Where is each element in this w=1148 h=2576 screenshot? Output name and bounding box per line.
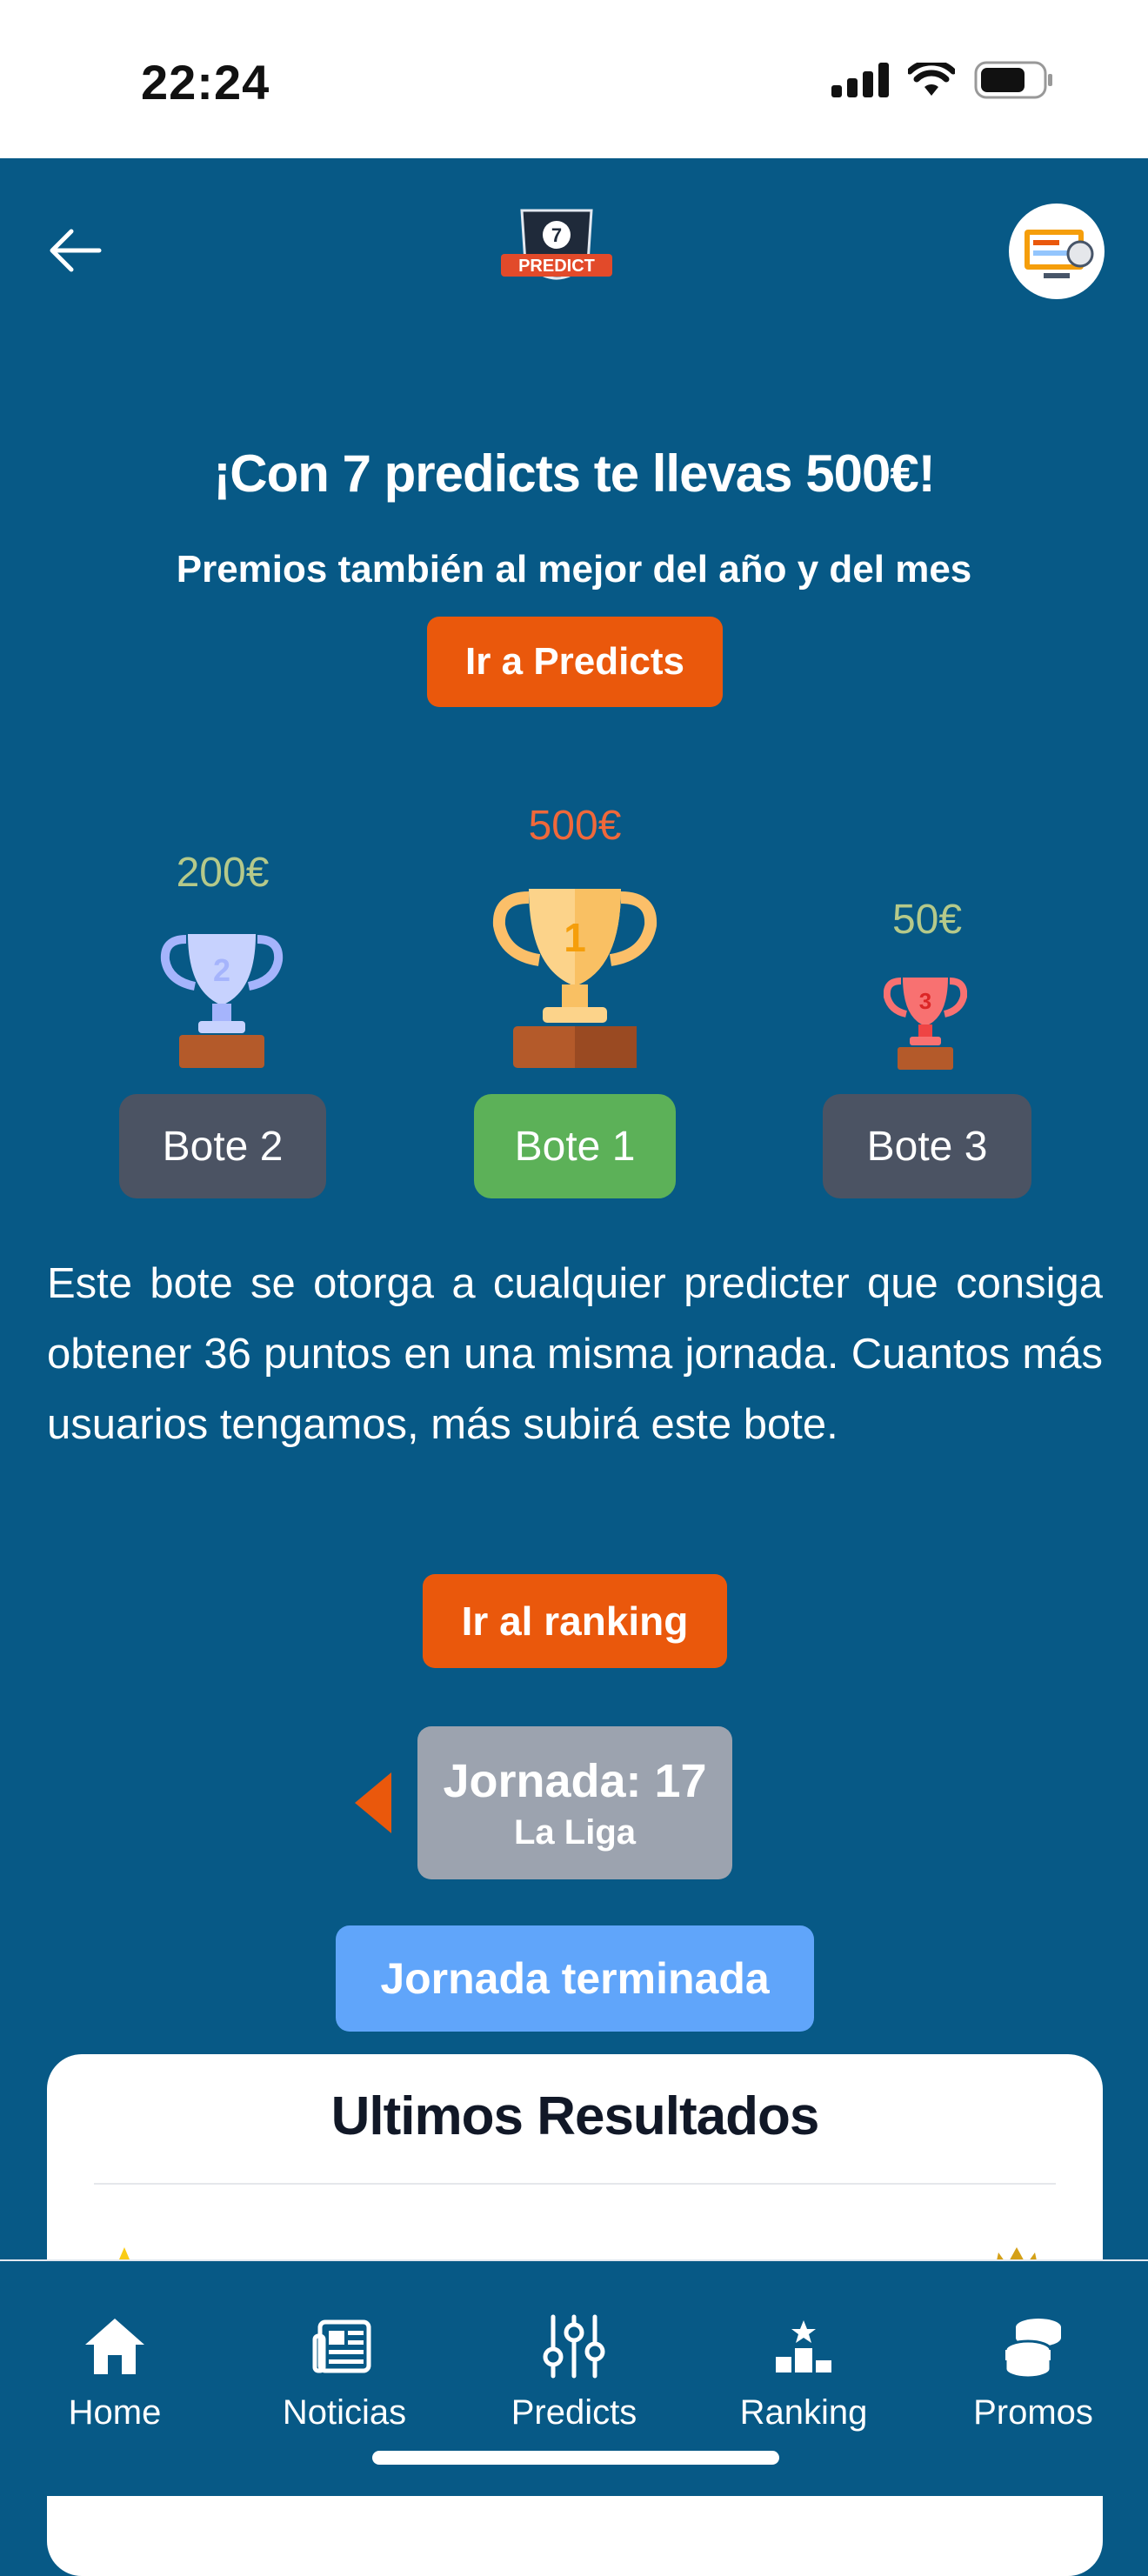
promo-headline: ¡Con 7 predicts te llevas 500€! [213, 444, 935, 503]
results-title: Ultimos Resultados [330, 2086, 820, 2146]
go-to-ranking-button[interactable]: Ir al ranking [423, 1574, 727, 1668]
svg-text:3: 3 [919, 988, 931, 1014]
tab-noticias[interactable]: Noticias [230, 2312, 459, 2433]
user-avatar[interactable] [1009, 204, 1105, 299]
status-time: 22:24 [141, 55, 270, 110]
back-arrow-icon[interactable] [45, 224, 104, 277]
jornada-selector[interactable]: Jornada: 17 La Liga [417, 1726, 732, 1879]
tab-label: Predicts [511, 2393, 637, 2432]
jornada-league: La Liga [513, 1812, 637, 1852]
go-to-predicts-button[interactable]: Ir a Predicts [427, 617, 723, 707]
status-bar: 22:24 [0, 0, 1148, 158]
previous-jornada-icon[interactable] [351, 1771, 393, 1835]
results-divider [94, 2183, 1056, 2185]
podium-icon [776, 2320, 831, 2372]
newspaper-icon [312, 2319, 371, 2373]
tab-home[interactable]: Home [0, 2312, 230, 2433]
home-indicator[interactable] [372, 2451, 779, 2465]
bronze-trophy-icon: 3 [884, 978, 967, 1070]
cellular-signal-icon [831, 63, 889, 97]
svg-text:7: 7 [551, 224, 562, 246]
prize-amount-1: 500€ [528, 803, 622, 849]
coins-icon [1004, 2319, 1061, 2379]
svg-text:PREDICT: PREDICT [518, 257, 595, 276]
silver-trophy-icon: 2 [160, 934, 284, 1068]
battery-icon [974, 61, 1052, 99]
jornada-status-button[interactable]: Jornada terminada [336, 1925, 814, 2032]
tab-label: Home [68, 2393, 162, 2432]
prize-amount-2: 200€ [176, 850, 270, 896]
promo-subline: Premios también al mejor del año y del m… [176, 548, 972, 591]
bote-1-button[interactable]: Bote 1 [474, 1094, 676, 1198]
app-logo: 7 PREDICT [501, 209, 612, 280]
sliders-icon [543, 2314, 605, 2379]
status-icons [831, 61, 1054, 99]
tab-label: Ranking [739, 2393, 868, 2432]
bote-3-button[interactable]: Bote 3 [823, 1094, 1031, 1198]
bote-2-button[interactable]: Bote 2 [119, 1094, 326, 1198]
bote-description: Este bote se otorga a cualquier predicte… [47, 1260, 1103, 1448]
home-icon [85, 2319, 144, 2374]
wifi-icon [908, 63, 955, 96]
prize-amount-3: 50€ [891, 897, 963, 943]
jornada-label: Jornada: 17 [443, 1754, 707, 1807]
user-avatar-icon [1025, 230, 1094, 278]
tab-promos[interactable]: Promos [918, 2312, 1148, 2433]
tab-label: Promos [973, 2393, 1093, 2432]
svg-text:2: 2 [213, 952, 230, 988]
tab-predicts[interactable]: Predicts [459, 2312, 689, 2433]
svg-text:1: 1 [564, 915, 586, 960]
gold-trophy-icon: 1 [492, 889, 657, 1068]
tab-label: Noticias [282, 2393, 407, 2432]
tab-ranking[interactable]: Ranking [689, 2312, 918, 2433]
